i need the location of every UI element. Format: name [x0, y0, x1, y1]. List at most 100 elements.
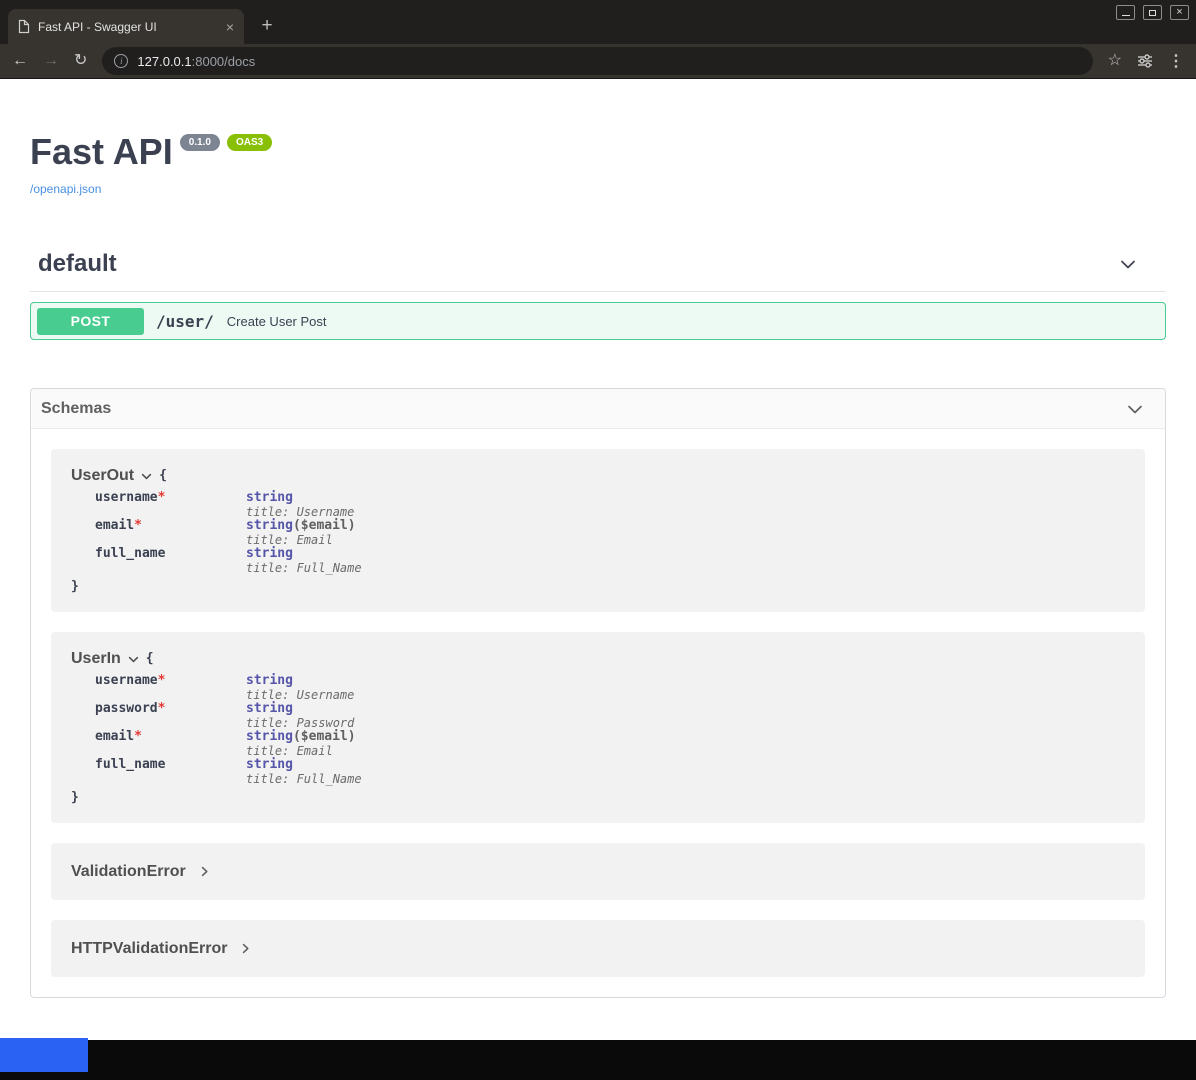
open-brace: {: [159, 469, 167, 483]
property-row: username* string title: Username: [95, 491, 1125, 519]
property-type: string: [246, 518, 293, 533]
model-name: HTTPValidationError: [71, 940, 227, 958]
model-name: UserIn: [71, 650, 121, 668]
property-title: title: Username: [246, 505, 354, 519]
page-favicon-icon: [18, 19, 30, 34]
back-button[interactable]: ←: [12, 53, 28, 69]
property-type: string: [246, 673, 293, 688]
property-title: title: Email: [246, 744, 356, 758]
bottom-blue-rectangle: [0, 1038, 88, 1072]
chevron-right-icon: [198, 865, 211, 878]
property-row: full_name string title: Full_Name: [95, 758, 1125, 786]
api-title: Fast API: [30, 131, 173, 172]
property-name: email*: [95, 519, 246, 533]
property-name: username*: [95, 491, 246, 505]
model-userin-toggle[interactable]: UserIn {: [71, 650, 1125, 668]
schemas-section: Schemas UserOut {: [30, 388, 1166, 998]
property-row: full_name string title: Full_Name: [95, 547, 1125, 575]
reload-button[interactable]: ↻: [74, 53, 87, 69]
required-star: *: [158, 673, 166, 688]
api-info: Fast API 0.1.0 OAS3 /openapi.json: [0, 79, 1196, 198]
method-badge: POST: [37, 308, 144, 335]
close-brace: }: [71, 580, 1125, 594]
chevron-right-icon: [239, 942, 252, 955]
tab-close-icon[interactable]: ×: [226, 20, 234, 34]
open-brace: {: [146, 652, 154, 666]
model-properties: username* string title: Username email* …: [95, 491, 1125, 575]
model-properties: username* string title: Username passwor…: [95, 674, 1125, 786]
window-controls: ×: [1116, 5, 1189, 20]
property-name: password*: [95, 702, 246, 716]
property-name-text: email: [95, 518, 134, 533]
model-name: ValidationError: [71, 863, 186, 881]
version-badge: 0.1.0: [180, 134, 220, 151]
property-title: title: Password: [246, 716, 354, 730]
chevron-down-icon[interactable]: [140, 470, 153, 483]
property-title: title: Username: [246, 688, 354, 702]
property-type: string: [246, 490, 293, 505]
operation-path: /user/: [156, 312, 214, 331]
model-httpvalidationerror[interactable]: HTTPValidationError: [51, 920, 1145, 977]
property-name-text: email: [95, 729, 134, 744]
oas3-badge: OAS3: [227, 134, 272, 151]
browser-tab[interactable]: Fast API - Swagger UI ×: [8, 9, 244, 44]
address-bar[interactable]: i 127.0.0.1:8000/docs: [102, 47, 1092, 75]
window-minimize-button[interactable]: [1116, 5, 1135, 20]
property-type-line: string: [246, 491, 354, 505]
tag-default-header[interactable]: default: [30, 250, 1166, 292]
property-type: string: [246, 757, 293, 772]
site-info-icon[interactable]: i: [114, 54, 128, 68]
forward-button[interactable]: →: [43, 53, 59, 69]
browser-menu-button[interactable]: ⋮: [1168, 51, 1184, 71]
model-name: UserOut: [71, 467, 134, 485]
model-validationerror[interactable]: ValidationError: [51, 843, 1145, 900]
window-close-button[interactable]: ×: [1170, 5, 1189, 20]
property-name-text: password: [95, 701, 158, 716]
url-host: 127.0.0.1: [137, 54, 191, 69]
required-star: *: [134, 729, 142, 744]
property-name: full_name: [95, 547, 246, 561]
window-titlebar: Fast API - Swagger UI × + ×: [0, 0, 1196, 44]
property-definition: string($email) title: Email: [246, 730, 356, 758]
property-definition: string title: Password: [246, 702, 354, 730]
window-maximize-button[interactable]: [1143, 5, 1162, 20]
property-definition: string title: Username: [246, 491, 354, 519]
property-row: email* string($email) title: Email: [95, 730, 1125, 758]
url-text: 127.0.0.1:8000/docs: [137, 54, 255, 69]
property-definition: string title: Full_Name: [246, 758, 362, 786]
property-name-text: username: [95, 490, 158, 505]
property-type-line: string: [246, 674, 354, 688]
schemas-body: UserOut { username* string title: Userna…: [31, 429, 1165, 997]
property-name: full_name: [95, 758, 246, 772]
property-name-text: full_name: [95, 757, 165, 772]
swagger-page: Fast API0.1.0OAS3 /openapi.json default …: [0, 79, 1196, 1040]
property-row: username* string title: Username: [95, 674, 1125, 702]
schemas-title: Schemas: [41, 400, 111, 418]
property-name: email*: [95, 730, 246, 744]
browser-toolbar: ← → ↻ i 127.0.0.1:8000/docs ☆ ⋮: [0, 44, 1196, 79]
chevron-down-icon[interactable]: [127, 653, 140, 666]
browser-window: Fast API - Swagger UI × + × ← → ↻ i 127.…: [0, 0, 1196, 1080]
openapi-link[interactable]: /openapi.json: [30, 182, 101, 196]
property-definition: string title: Full_Name: [246, 547, 362, 575]
tune-icon[interactable]: [1137, 53, 1153, 69]
bookmark-star-icon[interactable]: ☆: [1108, 53, 1122, 69]
chevron-down-icon[interactable]: [1125, 399, 1145, 419]
schemas-header[interactable]: Schemas: [31, 389, 1165, 429]
property-row: password* string title: Password: [95, 702, 1125, 730]
operation-summary: Create User Post: [227, 314, 327, 329]
property-title: title: Email: [246, 533, 356, 547]
opblock-post-user[interactable]: POST /user/ Create User Post: [30, 302, 1166, 340]
maximize-icon: [1149, 10, 1156, 16]
property-type-line: string($email): [246, 730, 356, 744]
chevron-down-icon[interactable]: [1118, 254, 1138, 274]
tab-title: Fast API - Swagger UI: [38, 20, 218, 34]
api-title-row: Fast API 0.1.0 OAS3: [30, 131, 1166, 173]
required-star: *: [158, 701, 166, 716]
property-type: string: [246, 546, 293, 561]
property-definition: string($email) title: Email: [246, 519, 356, 547]
new-tab-button[interactable]: +: [254, 13, 280, 39]
model-userout-toggle[interactable]: UserOut {: [71, 467, 1125, 485]
url-path: :8000/docs: [192, 54, 256, 69]
property-type-line: string: [246, 547, 362, 561]
